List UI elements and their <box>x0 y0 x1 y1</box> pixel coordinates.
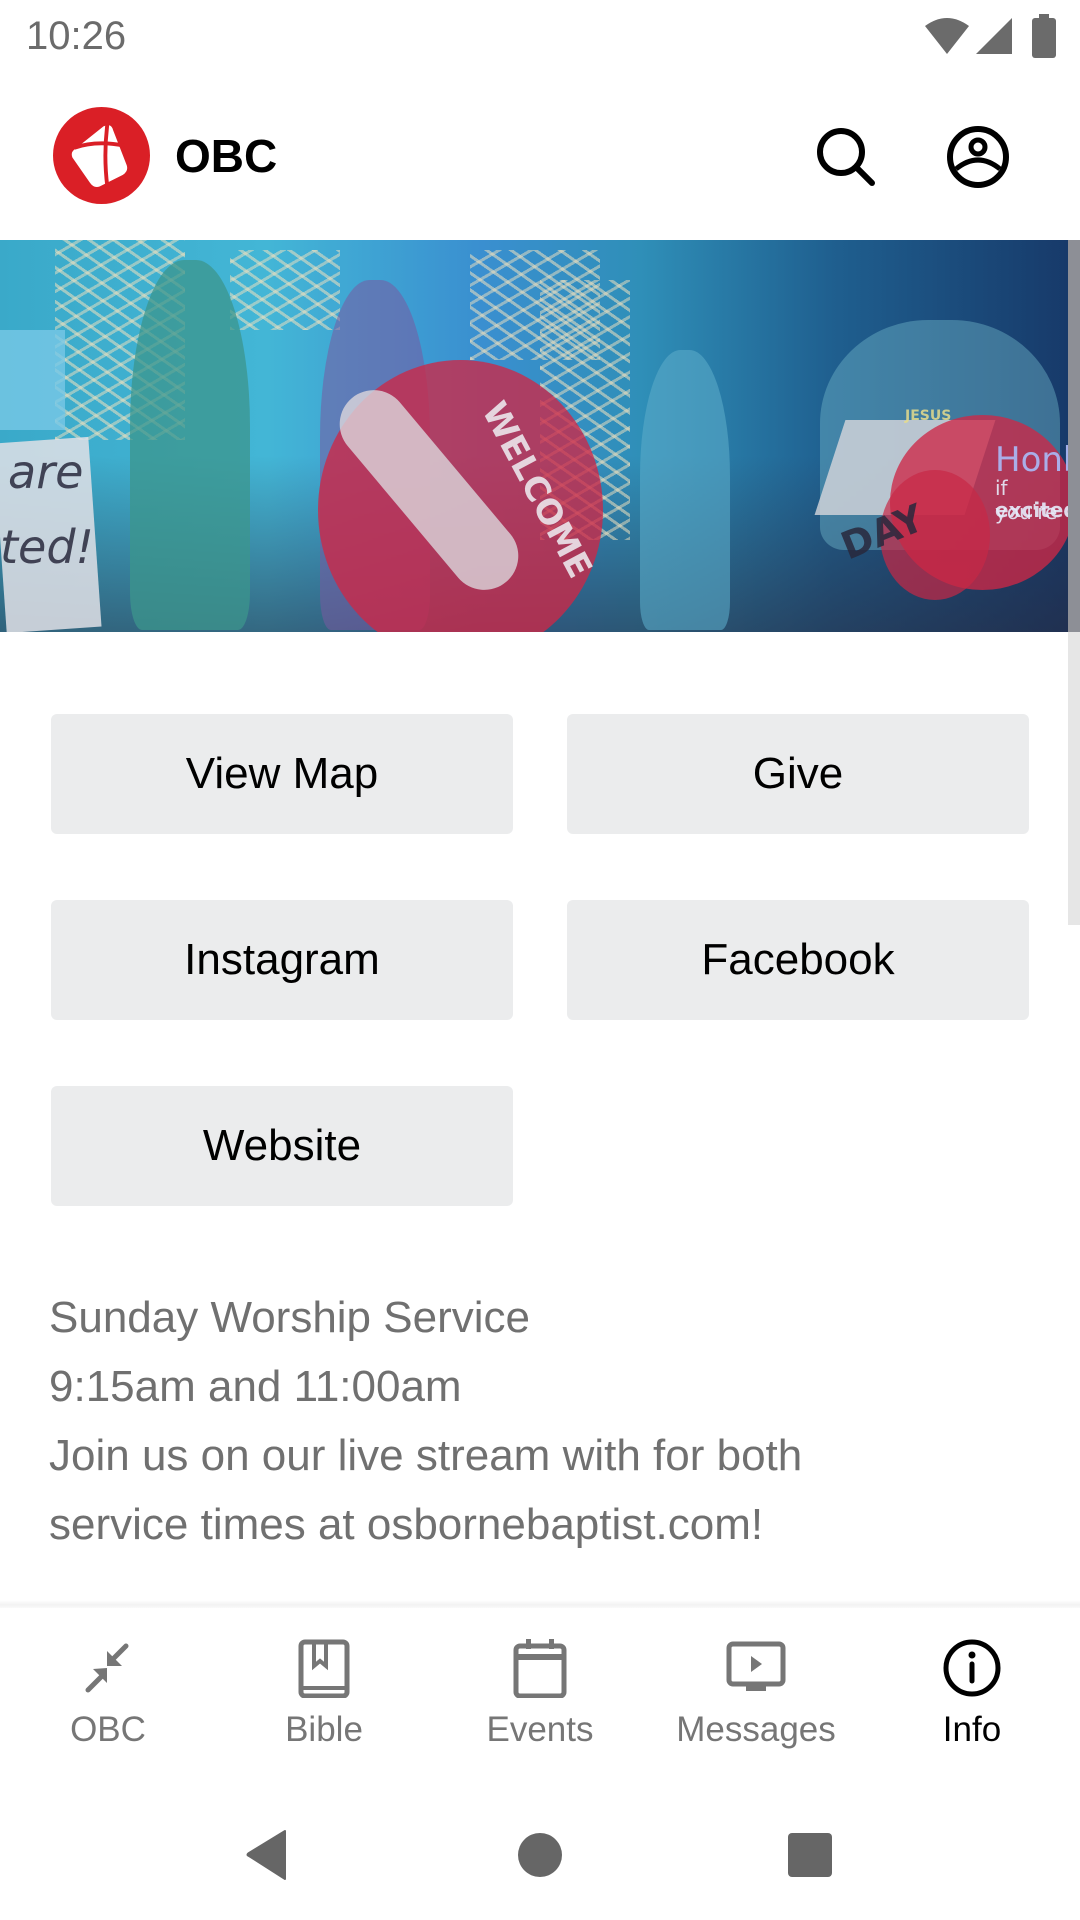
bottom-nav-divider <box>0 1600 1080 1608</box>
service-title: Sunday Worship Service <box>49 1293 530 1342</box>
collapse-arrows-icon <box>85 1643 129 1693</box>
facebook-button[interactable]: Facebook <box>567 900 1029 1020</box>
nav-label: OBC <box>70 1710 146 1749</box>
hero-text: Honk <box>995 440 1068 480</box>
account-button[interactable] <box>943 122 1013 192</box>
app-title: OBC <box>175 130 278 182</box>
status-time: 10:26 <box>26 14 127 58</box>
account-circle-icon <box>947 126 1009 188</box>
nav-label: Info <box>942 1710 1002 1749</box>
livestream-note: Join us on our live stream with for both <box>49 1431 803 1480</box>
nav-item-info[interactable]: Info <box>864 1608 1080 1778</box>
service-times: 9:15am and 11:00am <box>49 1362 462 1411</box>
nav-item-bible[interactable]: Bible <box>216 1608 432 1778</box>
scrollbar-thumb[interactable] <box>1068 240 1080 632</box>
instagram-button[interactable]: Instagram <box>51 900 513 1020</box>
nav-item-obc[interactable]: OBC <box>0 1608 216 1778</box>
recents-button[interactable] <box>775 1820 845 1890</box>
website-button[interactable]: Website <box>51 1086 513 1206</box>
bottom-nav: OBC Bible Events Messages Info <box>0 1608 1080 1778</box>
hero-text: are <box>8 445 84 499</box>
back-button[interactable] <box>232 1820 302 1890</box>
nav-item-messages[interactable]: Messages <box>648 1608 864 1778</box>
video-play-icon <box>726 1641 786 1691</box>
recents-icon <box>788 1833 832 1877</box>
hero-text: excited! <box>995 498 1068 522</box>
hero-decoration <box>130 260 250 630</box>
livestream-note-cont: service times at osbornebaptist.com! <box>49 1500 764 1549</box>
back-icon <box>246 1830 286 1880</box>
nav-label: Events <box>486 1710 594 1749</box>
info-circle-icon <box>943 1639 1001 1697</box>
search-button[interactable] <box>811 122 881 192</box>
hero-text: ted! <box>0 520 94 574</box>
nav-item-events[interactable]: Events <box>432 1608 648 1778</box>
status-bar: 10:26 <box>0 0 1080 72</box>
hero-decoration <box>0 330 65 430</box>
hero-text: JESUS <box>905 408 952 424</box>
home-button[interactable] <box>505 1820 575 1890</box>
system-navigation-bar <box>0 1790 1080 1920</box>
app-header: OBC <box>0 72 1080 240</box>
view-map-button[interactable]: View Map <box>51 714 513 834</box>
hero-decoration <box>640 350 730 630</box>
battery-icon <box>1032 14 1056 58</box>
nav-label: Bible <box>285 1710 363 1749</box>
wifi-icon <box>925 18 969 54</box>
home-icon <box>518 1833 562 1877</box>
calendar-icon <box>513 1639 567 1698</box>
nav-label: Messages <box>676 1710 836 1749</box>
give-button[interactable]: Give <box>567 714 1029 834</box>
book-bookmark-icon <box>298 1639 350 1698</box>
hero-banner-image[interactable]: WELCOME Honk if you're excited! DAY are … <box>0 240 1068 632</box>
hero-decoration <box>230 250 340 330</box>
cellular-signal-icon <box>976 18 1012 54</box>
obc-logo-icon[interactable] <box>53 107 150 204</box>
search-icon <box>817 128 875 186</box>
service-info-text: Sunday Worship Service 9:15am and 11:00a… <box>49 1283 1029 1559</box>
